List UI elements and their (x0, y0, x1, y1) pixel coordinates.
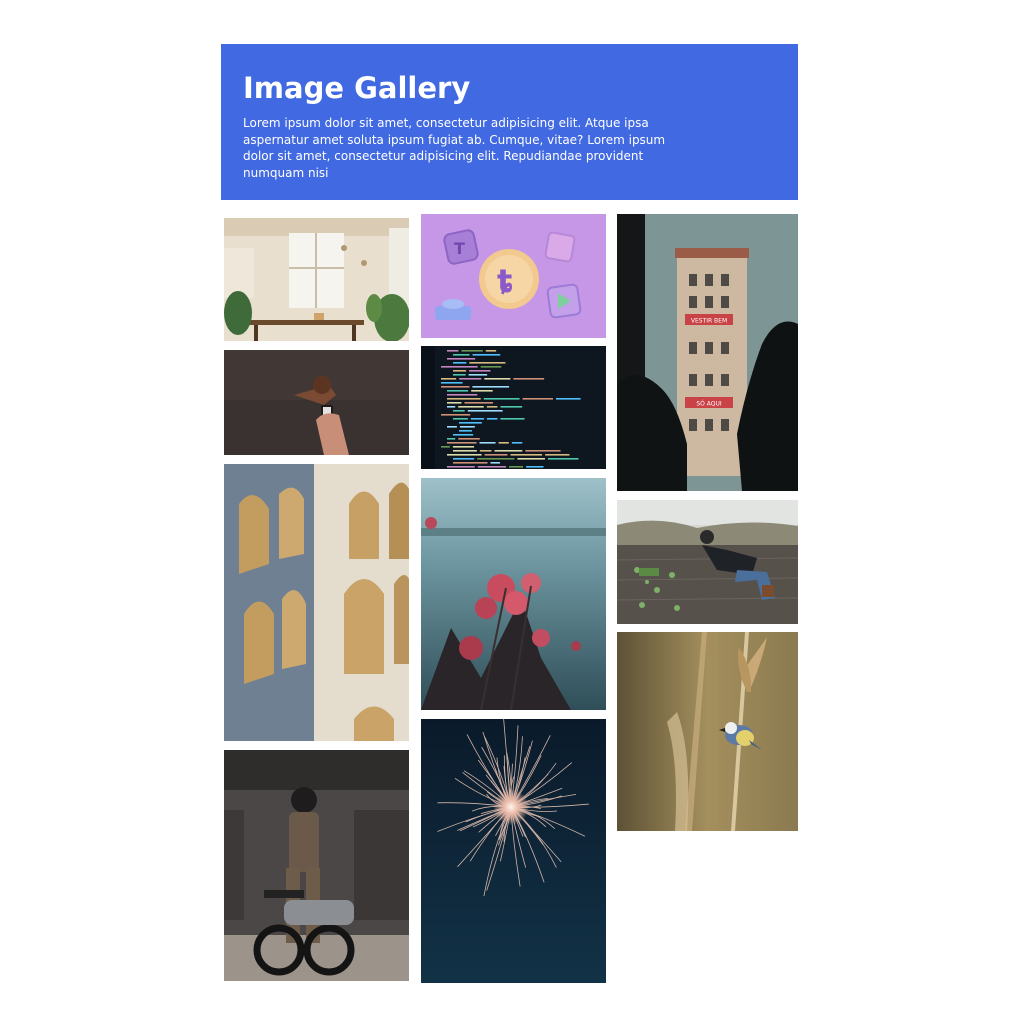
gallery-image-light-burst[interactable] (421, 719, 606, 983)
svg-text:ȶ: ȶ (497, 262, 513, 300)
sign-so-aqui: SÓ AQUI (696, 401, 722, 408)
gallery-image-bird[interactable] (617, 632, 798, 831)
gallery-image-pink-flowers[interactable] (421, 478, 606, 710)
gallery-image-workspace[interactable] (224, 218, 409, 341)
gallery-image-tall-building[interactable]: VESTIR BEM SÓ AQUI (617, 214, 798, 491)
gallery-header: Image Gallery Lorem ipsum dolor sit amet… (221, 44, 798, 200)
gallery-image-crypto-coin[interactable]: T ȶ (421, 214, 606, 338)
svg-text:T: T (454, 239, 465, 258)
gallery-image-motorcycle[interactable] (224, 750, 409, 981)
gallery-image-code-screen[interactable] (421, 346, 606, 469)
page-description: Lorem ipsum dolor sit amet, consectetur … (243, 116, 666, 180)
page-title: Image Gallery (243, 71, 471, 105)
gallery-image-arched-building[interactable] (224, 464, 409, 741)
gallery-image-gardening[interactable] (617, 500, 798, 624)
sign-vestir-bem: VESTIR BEM (691, 318, 727, 325)
gallery-image-hand-bottle[interactable] (224, 350, 409, 455)
